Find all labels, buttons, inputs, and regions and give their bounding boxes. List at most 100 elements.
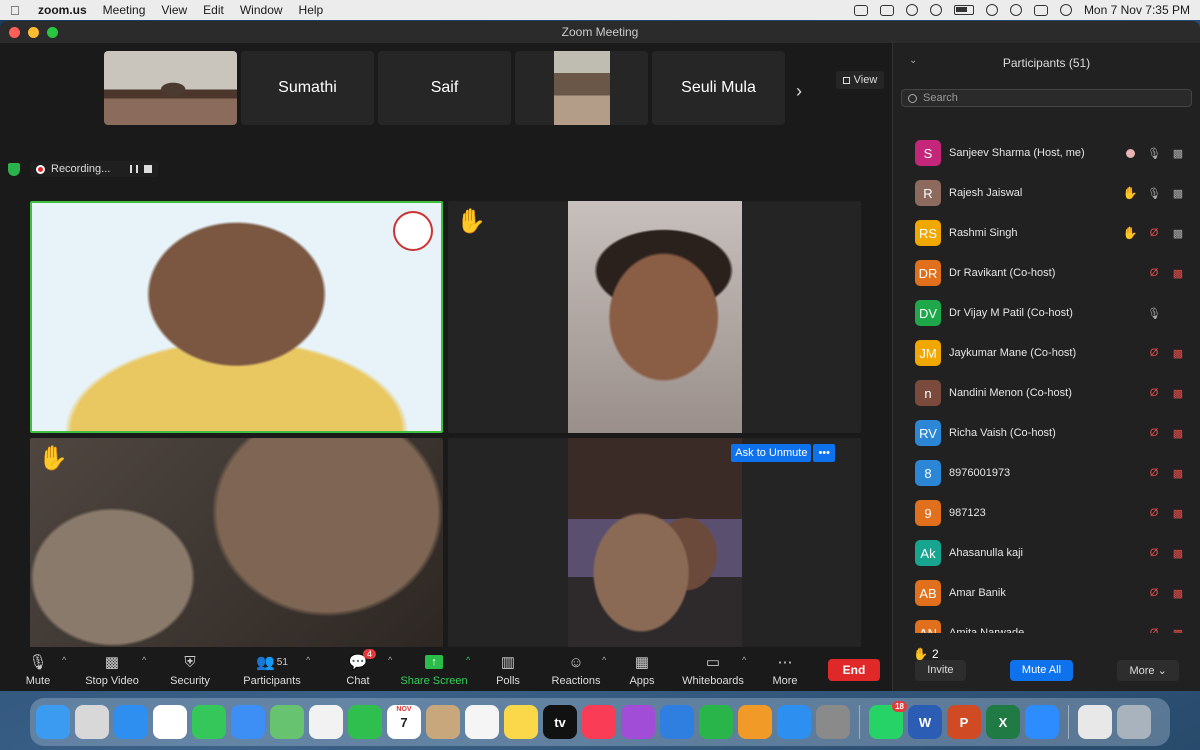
ask-to-unmute-button[interactable]: Ask to Unmute: [731, 444, 812, 462]
participant-row[interactable]: RS Rashmi Singh ✋ Ø ▩: [893, 213, 1200, 253]
video-tile-speaker[interactable]: [30, 201, 443, 433]
dock-trash-icon[interactable]: [1117, 705, 1151, 739]
chevron-up-icon[interactable]: ^: [306, 655, 310, 665]
dock-launchpad-icon[interactable]: [75, 705, 109, 739]
thumbnail-name-1[interactable]: Sumathi: [241, 51, 374, 125]
view-button[interactable]: View: [836, 71, 884, 89]
dock-facetime-icon[interactable]: [348, 705, 382, 739]
microphone-muted-icon[interactable]: Ø: [1147, 627, 1161, 633]
pause-recording-icon[interactable]: [130, 165, 139, 173]
dock-excel-icon[interactable]: X: [986, 705, 1020, 739]
menu-help[interactable]: Help: [299, 3, 324, 17]
dock-safari-icon[interactable]: [114, 705, 148, 739]
dock-finder-icon[interactable]: [36, 705, 70, 739]
participant-row[interactable]: ANAmita NarwadeØ▩: [893, 613, 1200, 633]
dock-notes-icon[interactable]: [504, 705, 538, 739]
dock-zoom-icon[interactable]: [1025, 705, 1059, 739]
apple-icon[interactable]: : [10, 3, 24, 18]
dock-keynote-icon[interactable]: [660, 705, 694, 739]
microphone-icon[interactable]: 🎙: [1147, 147, 1161, 160]
chevron-right-icon[interactable]: ›: [796, 81, 802, 102]
menu-meeting[interactable]: Meeting: [103, 3, 146, 17]
dock-maps-icon[interactable]: [270, 705, 304, 739]
microphone-muted-icon[interactable]: Ø: [1147, 467, 1161, 479]
participant-row[interactable]: 9 987123 Ø ▩: [893, 493, 1200, 533]
battery-icon[interactable]: [953, 5, 974, 15]
menu-view[interactable]: View: [161, 3, 187, 17]
microphone-muted-icon[interactable]: Ø: [1147, 387, 1161, 399]
maximize-window-button[interactable]: [47, 27, 58, 38]
microphone-icon[interactable]: 🎙: [1147, 307, 1161, 320]
mute-all-button[interactable]: Mute All: [1009, 660, 1074, 681]
microphone-muted-icon[interactable]: Ø: [1147, 347, 1161, 359]
video-tile-2[interactable]: ✋: [448, 201, 861, 433]
microphone-muted-icon[interactable]: Ø: [1147, 507, 1161, 519]
control-center-icon[interactable]: [1033, 4, 1048, 16]
microphone-icon[interactable]: 🎙: [1147, 187, 1161, 200]
raised-hands-summary[interactable]: ✋ 2: [913, 647, 939, 661]
participant-row[interactable]: n Nandini Menon (Co-host) Ø ▩: [893, 373, 1200, 413]
video-tile-3[interactable]: ✋: [30, 438, 443, 670]
reactions-button[interactable]: ☺ ^ Reactions: [548, 653, 607, 688]
thumbnail-name-3[interactable]: Seuli Mula: [652, 51, 785, 125]
invite-button[interactable]: Invite: [915, 660, 966, 681]
microphone-muted-icon[interactable]: Ø: [1147, 547, 1161, 559]
dock-numbers-icon[interactable]: [699, 705, 733, 739]
dock-preview-icon[interactable]: [1078, 705, 1112, 739]
panel-more-button[interactable]: More ⌄: [1117, 660, 1179, 681]
dock-music-icon[interactable]: [582, 705, 616, 739]
encryption-shield-icon[interactable]: [8, 162, 20, 176]
menu-clock[interactable]: Mon 7 Nov 7:35 PM: [1084, 3, 1190, 17]
dock-contacts-icon[interactable]: [426, 705, 460, 739]
dock-chrome-icon[interactable]: [153, 705, 187, 739]
participant-row[interactable]: DV Dr Vijay M Patil (Co-host) 🎙: [893, 293, 1200, 333]
dock-pages-icon[interactable]: [738, 705, 772, 739]
apps-button[interactable]: ▦ Apps: [604, 653, 680, 687]
dock-powerpoint-icon[interactable]: P: [947, 705, 981, 739]
stop-video-button[interactable]: ▩ ^ Stop Video: [72, 653, 152, 687]
end-meeting-button[interactable]: End: [828, 659, 880, 681]
participants-button[interactable]: 👥 51 ^ Participants: [228, 653, 316, 687]
bluetooth-icon[interactable]: [929, 4, 942, 16]
dock-word-icon[interactable]: W: [908, 705, 942, 739]
dock-podcasts-icon[interactable]: [621, 705, 655, 739]
security-button[interactable]: ⛨ Security: [152, 653, 228, 688]
zoom-status-icon[interactable]: [853, 4, 868, 16]
tile-more-button[interactable]: •••: [813, 444, 835, 462]
menu-app-name[interactable]: zoom.us: [38, 3, 87, 17]
participant-row[interactable]: JM Jaykumar Mane (Co-host) Ø ▩: [893, 333, 1200, 373]
minimize-window-button[interactable]: [28, 27, 39, 38]
stop-recording-icon[interactable]: [144, 165, 153, 173]
thumbnail-video-2[interactable]: [515, 51, 648, 125]
dock-mail-icon[interactable]: [231, 705, 265, 739]
dock-calendar-icon[interactable]: 7 NOV: [387, 705, 421, 739]
menu-window[interactable]: Window: [240, 3, 283, 17]
thumbnail-video-1[interactable]: [104, 51, 237, 125]
chevron-up-icon[interactable]: ^: [62, 655, 66, 665]
participant-row[interactable]: Ak Ahasanulla kaji Ø ▩: [893, 533, 1200, 573]
microphone-muted-icon[interactable]: Ø: [1147, 227, 1161, 239]
share-screen-button[interactable]: ↑ ^ Share Screen: [400, 653, 470, 687]
close-window-button[interactable]: [9, 27, 20, 38]
mute-button[interactable]: 🎙 ^ Mute: [4, 653, 72, 687]
dock-app-store-icon[interactable]: [777, 705, 811, 739]
chevron-up-icon[interactable]: ^: [388, 655, 392, 665]
chevron-down-icon[interactable]: ⌄: [909, 55, 917, 66]
screen-mirror-icon[interactable]: [879, 4, 894, 16]
polls-button[interactable]: ▥ Polls: [468, 653, 548, 687]
dock-system-settings-icon[interactable]: [816, 705, 850, 739]
chevron-up-icon[interactable]: ^: [142, 655, 146, 665]
chat-button[interactable]: 💬 4 ^ Chat: [316, 649, 400, 687]
participant-row[interactable]: RV Richa Vaish (Co-host) Ø ▩: [893, 413, 1200, 453]
siri-icon[interactable]: [1059, 4, 1072, 16]
participant-row[interactable]: AB Amar Banik Ø ▩: [893, 573, 1200, 613]
dock-messages-icon[interactable]: [192, 705, 226, 739]
microphone-muted-icon[interactable]: Ø: [1147, 427, 1161, 439]
video-tile-4[interactable]: Ask to Unmute •••: [448, 438, 861, 670]
whiteboards-button[interactable]: ▭ ^ Whiteboards: [680, 653, 746, 687]
dock-reminders-icon[interactable]: [465, 705, 499, 739]
wifi-icon[interactable]: [985, 4, 998, 16]
dock-photos-icon[interactable]: [309, 705, 343, 739]
dock-tv-icon[interactable]: tv: [543, 705, 577, 739]
menu-edit[interactable]: Edit: [203, 3, 224, 17]
